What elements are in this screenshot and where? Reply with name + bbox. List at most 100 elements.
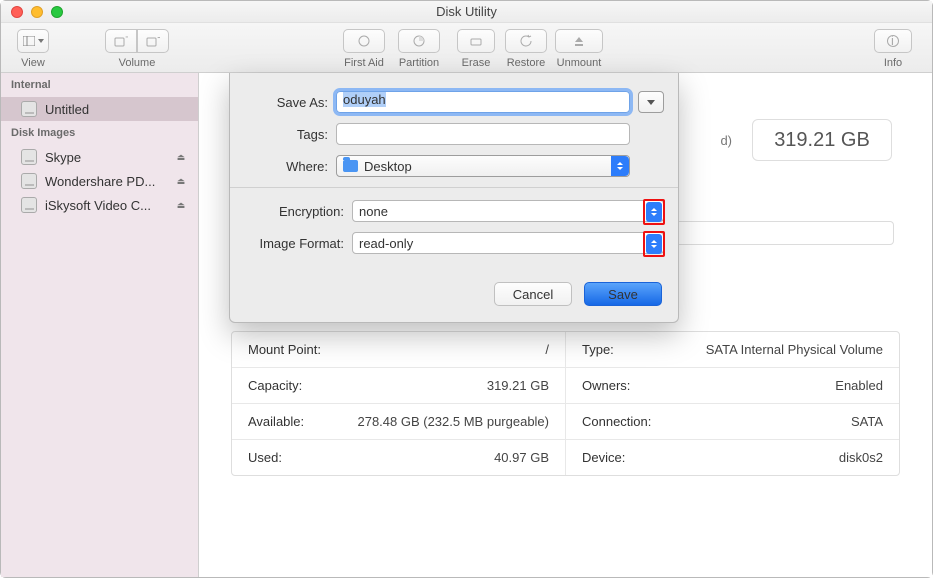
disk-icon	[21, 101, 37, 117]
encryption-label: Encryption:	[244, 204, 352, 219]
volume-add-icon: +	[114, 35, 128, 47]
select-stepper-icon	[646, 234, 662, 254]
info-value: SATA	[851, 414, 883, 429]
encryption-select[interactable]: none	[352, 200, 664, 222]
info-value: disk0s2	[839, 450, 883, 465]
add-volume-button[interactable]: +	[105, 29, 137, 53]
select-stepper-icon	[611, 156, 629, 176]
titlebar: Disk Utility	[1, 1, 932, 23]
tags-label: Tags:	[244, 127, 336, 142]
eject-icon[interactable]: ⏏	[176, 152, 186, 162]
select-stepper-icon	[646, 202, 662, 222]
info-cell: Used: 40.97 GB	[232, 440, 566, 475]
info-value: /	[545, 342, 549, 357]
svg-text:i: i	[891, 34, 894, 48]
info-cell: Owners: Enabled	[566, 368, 899, 404]
erase-label: Erase	[462, 57, 491, 69]
info-key: Device:	[582, 450, 625, 465]
info-cell: Connection: SATA	[566, 404, 899, 440]
cancel-button[interactable]: Cancel	[494, 282, 572, 306]
info-value: 319.21 GB	[487, 378, 549, 393]
tags-input[interactable]	[336, 123, 630, 145]
disk-icon	[21, 197, 37, 213]
info-cell: Device: disk0s2	[566, 440, 899, 475]
partition-label: Partition	[399, 57, 439, 69]
image-format-label: Image Format:	[244, 236, 352, 251]
stethoscope-icon	[357, 34, 371, 48]
info-key: Owners:	[582, 378, 630, 393]
volume-subtitle-fragment: d)	[720, 133, 732, 148]
chevron-down-icon	[647, 100, 655, 105]
info-cell: Capacity: 319.21 GB	[232, 368, 566, 404]
highlight-box	[643, 199, 665, 225]
sidebar-section-internal: Internal	[1, 73, 198, 97]
save-button[interactable]: Save	[584, 282, 662, 306]
expand-save-dialog-button[interactable]	[638, 91, 664, 113]
volume-label: Volume	[119, 57, 156, 69]
sidebar-section-disk-images: Disk Images	[1, 121, 198, 145]
save-button-label: Save	[608, 287, 638, 302]
folder-icon	[343, 160, 358, 172]
eject-icon[interactable]: ⏏	[176, 176, 186, 186]
where-value: Desktop	[364, 159, 412, 174]
info-button[interactable]: i	[874, 29, 912, 53]
toolbar: View + − Volume First Aid Partition Eras…	[1, 23, 932, 73]
volume-size-badge: 319.21 GB	[752, 119, 892, 161]
info-key: Connection:	[582, 414, 651, 429]
sidebar-item-wondershare[interactable]: Wondershare PD... ⏏	[1, 169, 198, 193]
window-title: Disk Utility	[1, 4, 932, 19]
sidebar-icon	[23, 36, 35, 46]
disk-icon	[21, 173, 37, 189]
image-format-value: read-only	[359, 236, 413, 251]
info-key: Available:	[248, 414, 304, 429]
unmount-button[interactable]	[555, 29, 603, 53]
sidebar-item-untitled[interactable]: Untitled	[1, 97, 198, 121]
sidebar-item-skype[interactable]: Skype ⏏	[1, 145, 198, 169]
volume-remove-icon: −	[146, 35, 160, 47]
encryption-value: none	[359, 204, 388, 219]
info-cell: Type: SATA Internal Physical Volume	[566, 332, 899, 368]
where-select[interactable]: Desktop	[336, 155, 630, 177]
info-label: Info	[884, 57, 902, 69]
restore-button[interactable]	[505, 29, 547, 53]
info-value: Enabled	[835, 378, 883, 393]
save-as-label: Save As:	[244, 95, 336, 110]
view-mode-button[interactable]	[17, 29, 49, 53]
view-label: View	[21, 57, 45, 69]
first-aid-label: First Aid	[344, 57, 384, 69]
svg-text:−: −	[157, 35, 160, 45]
restore-arrow-icon	[519, 34, 533, 48]
eject-icon[interactable]: ⏏	[176, 200, 186, 210]
info-value: SATA Internal Physical Volume	[706, 342, 883, 357]
disk-icon	[21, 149, 37, 165]
restore-label: Restore	[507, 57, 546, 69]
where-label: Where:	[244, 159, 336, 174]
info-key: Mount Point:	[248, 342, 321, 357]
partition-button[interactable]	[398, 29, 440, 53]
divider	[230, 187, 678, 188]
cancel-button-label: Cancel	[513, 287, 553, 302]
erase-button[interactable]	[457, 29, 495, 53]
info-cell: Mount Point: /	[232, 332, 566, 368]
svg-text:+: +	[125, 35, 128, 44]
info-value: 40.97 GB	[494, 450, 549, 465]
info-key: Used:	[248, 450, 282, 465]
remove-volume-button[interactable]: −	[137, 29, 169, 53]
save-sheet: Save As: oduyah Tags: Where: Desktop	[229, 73, 679, 323]
info-key: Capacity:	[248, 378, 302, 393]
sidebar-item-label: Wondershare PD...	[45, 174, 155, 189]
save-as-input[interactable]: oduyah	[336, 91, 630, 113]
sidebar-item-iskysoft[interactable]: iSkysoft Video C... ⏏	[1, 193, 198, 217]
info-icon: i	[886, 34, 900, 48]
sidebar-item-label: iSkysoft Video C...	[45, 198, 151, 213]
image-format-select[interactable]: read-only	[352, 232, 664, 254]
pie-icon	[412, 34, 426, 48]
info-cell: Available: 278.48 GB (232.5 MB purgeable)	[232, 404, 566, 440]
unmount-label: Unmount	[557, 57, 602, 69]
info-key: Type:	[582, 342, 614, 357]
info-value: 278.48 GB (232.5 MB purgeable)	[357, 414, 549, 429]
volume-info-table: Mount Point: / Type: SATA Internal Physica…	[231, 331, 900, 476]
save-as-value: oduyah	[343, 92, 386, 107]
eject-icon	[573, 35, 585, 47]
first-aid-button[interactable]	[343, 29, 385, 53]
